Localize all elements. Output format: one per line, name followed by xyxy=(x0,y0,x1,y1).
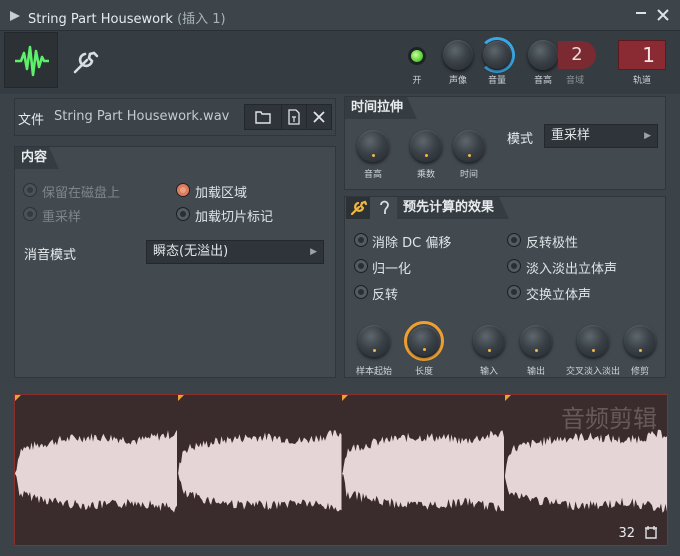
stretch-time-label: 时间 xyxy=(459,170,478,180)
stretch-pitch-label: 音高 xyxy=(363,170,382,180)
swap-stereo-label: 交换立体声 xyxy=(526,288,592,303)
slice-marker[interactable] xyxy=(342,395,348,401)
mode-dropdown[interactable]: 重采样 ▶ xyxy=(544,124,658,148)
load-regions-label: 加载区域 xyxy=(195,186,248,201)
volume-knob[interactable] xyxy=(483,41,511,69)
load-slice-markers-radio[interactable] xyxy=(176,207,190,221)
folder-icon xyxy=(255,111,271,124)
track-display[interactable]: 1 xyxy=(618,40,666,70)
file-remove-button[interactable] xyxy=(306,104,332,130)
waveform-segment xyxy=(178,430,342,512)
wrench-icon xyxy=(73,51,99,74)
declick-label: 消音模式 xyxy=(24,248,77,263)
mode-label: 模式 xyxy=(507,132,534,147)
waveform-icon xyxy=(15,45,49,77)
pitch-knob[interactable] xyxy=(528,40,558,70)
length-label: 长度 xyxy=(414,367,433,377)
title-bar: String Part Housework (插入 1) xyxy=(0,0,680,30)
output-knob[interactable] xyxy=(520,325,552,357)
stretch-multiply-knob[interactable] xyxy=(410,130,442,162)
open-folder-button[interactable] xyxy=(244,104,282,130)
keep-on-disk-radio xyxy=(23,183,37,197)
pan-knob[interactable] xyxy=(443,40,473,70)
reverse-polarity-label: 反转极性 xyxy=(526,236,579,251)
slice-marker[interactable] xyxy=(505,395,511,401)
waveform-watermark: 音频剪辑 xyxy=(561,405,657,433)
window-subtitle: (插入 1) xyxy=(177,12,226,27)
resample-label: 重采样 xyxy=(42,210,82,225)
reverse-radio[interactable] xyxy=(354,285,368,299)
minimize-icon[interactable] xyxy=(636,12,646,14)
slice-marker[interactable] xyxy=(178,395,184,401)
pitch-range-label: 音域 xyxy=(565,76,584,86)
declick-dropdown[interactable]: 瞬态(无溢出) ▶ xyxy=(146,240,324,264)
time-stretch-header: 时间拉伸 xyxy=(345,97,417,119)
chevron-right-icon: ▶ xyxy=(644,131,651,141)
window-title-text: String Part Housework xyxy=(28,12,173,27)
length-knob[interactable] xyxy=(409,326,439,356)
tab-settings[interactable] xyxy=(58,32,112,88)
arrow-icon[interactable] xyxy=(9,10,21,22)
precomputed-wrench-button[interactable] xyxy=(346,197,370,219)
remove-dc-label: 消除 DC 偏移 xyxy=(372,236,452,251)
enable-led[interactable] xyxy=(408,47,426,65)
trim-label: 修剪 xyxy=(630,367,649,377)
remove-dc-radio[interactable] xyxy=(354,233,368,247)
waveform-view[interactable]: 音频剪辑 32 xyxy=(14,394,668,546)
load-regions-radio[interactable] xyxy=(176,183,190,197)
precomputed-header: 预先计算的效果 xyxy=(397,197,509,219)
precomputed-ear-button[interactable] xyxy=(372,197,396,219)
slice-count: 32 xyxy=(618,526,635,541)
input-knob[interactable] xyxy=(473,325,505,357)
slice-icon[interactable] xyxy=(643,525,659,539)
file-info-icon xyxy=(288,109,300,125)
waveform-segment xyxy=(342,430,504,512)
window-title: String Part Housework (插入 1) xyxy=(28,8,226,27)
mode-value: 重采样 xyxy=(551,128,591,143)
crossfade-knob[interactable] xyxy=(577,325,609,357)
fade-stereo-label: 淡入淡出立体声 xyxy=(526,262,618,277)
file-info-button[interactable] xyxy=(281,104,307,130)
normalize-radio[interactable] xyxy=(354,259,368,273)
declick-value: 瞬态(无溢出) xyxy=(153,244,229,259)
swap-stereo-radio[interactable] xyxy=(507,285,521,299)
close-icon xyxy=(313,111,325,123)
pitch-range-display[interactable]: 2 xyxy=(558,41,596,69)
output-label: 输出 xyxy=(526,367,545,377)
resample-radio xyxy=(23,207,37,221)
file-name: String Part Housework.wav xyxy=(54,109,230,124)
keep-on-disk-label: 保留在磁盘上 xyxy=(42,186,121,201)
file-label: 文件 xyxy=(18,113,45,128)
sample-start-knob[interactable] xyxy=(358,325,390,357)
normalize-label: 归一化 xyxy=(372,262,412,277)
slice-marker[interactable] xyxy=(15,395,21,401)
close-icon[interactable] xyxy=(657,9,669,21)
wrench-icon xyxy=(350,200,368,216)
track-label: 轨道 xyxy=(632,76,651,86)
load-slice-markers-label: 加载切片标记 xyxy=(195,210,274,225)
reverse-polarity-radio[interactable] xyxy=(507,233,521,247)
chevron-right-icon: ▶ xyxy=(310,247,317,257)
waveform-segment xyxy=(505,429,667,513)
fade-stereo-radio[interactable] xyxy=(507,259,521,273)
stretch-pitch-knob[interactable] xyxy=(357,130,389,162)
reverse-label: 反转 xyxy=(372,288,399,303)
trim-knob[interactable] xyxy=(624,325,656,357)
tab-waveform[interactable] xyxy=(4,32,58,88)
stretch-time-knob[interactable] xyxy=(453,130,485,162)
ear-icon xyxy=(380,200,389,214)
waveform-segment xyxy=(15,429,177,513)
